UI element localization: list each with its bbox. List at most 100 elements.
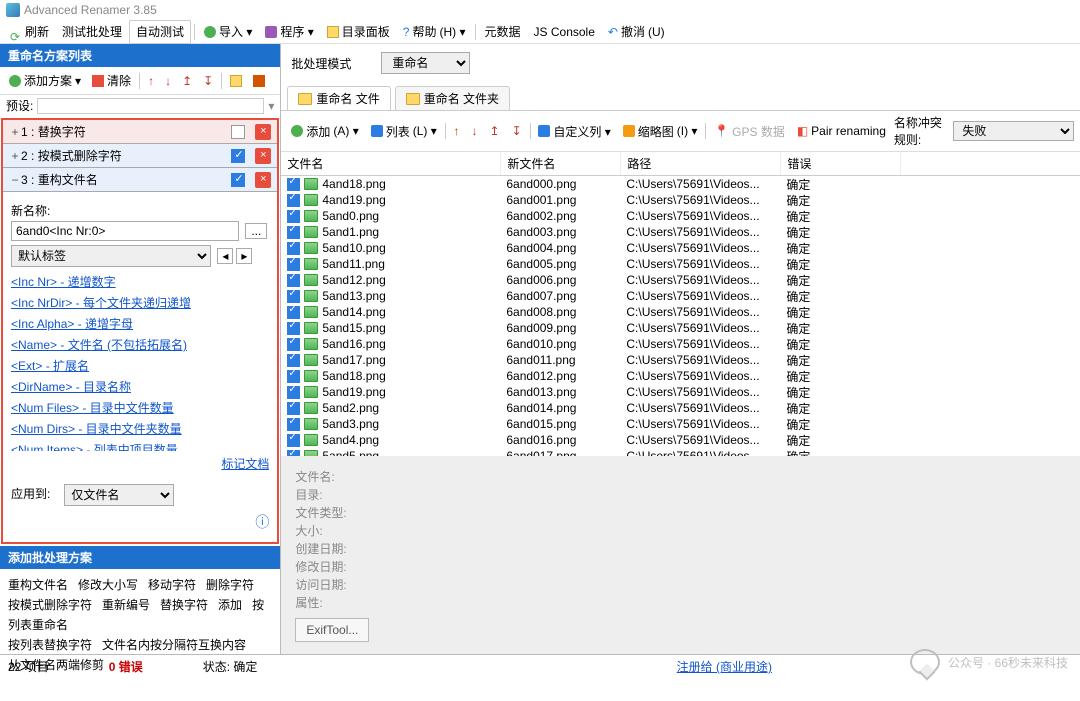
row-checkbox[interactable]	[287, 258, 300, 271]
col-error[interactable]: 错误	[781, 152, 901, 175]
row-checkbox[interactable]	[287, 354, 300, 367]
col-filename[interactable]: 文件名	[281, 152, 501, 175]
menu-refresh[interactable]: ⟳刷新	[4, 21, 55, 43]
save-button[interactable]	[250, 74, 268, 88]
row-checkbox[interactable]	[287, 242, 300, 255]
browse-tags-button[interactable]: ...	[245, 223, 267, 239]
add-batch-item[interactable]: 文件名内按分隔符互换内容	[102, 638, 246, 652]
move-down-button[interactable]: ↓	[162, 73, 174, 89]
menu-jsconsole[interactable]: JS Console	[528, 21, 601, 43]
menu-help[interactable]: ?帮助 (H) ▾	[397, 21, 472, 43]
tag-link[interactable]: <Inc Nr> - 递增数字	[11, 271, 269, 292]
file-row[interactable]: 5and14.png6and008.pngC:\Users\75691\Vide…	[281, 304, 1080, 320]
next-group-button[interactable]: ▸	[236, 248, 252, 264]
add-batch-item[interactable]: 按列表替换字符	[8, 638, 92, 652]
add-batch-item[interactable]: 移动字符	[148, 578, 196, 592]
row-checkbox[interactable]	[287, 178, 300, 191]
menu-dir-panel[interactable]: 目录面板	[321, 21, 396, 43]
add-batch-item[interactable]: 替换字符	[160, 598, 208, 612]
tag-link[interactable]: <Num Files> - 目录中文件数量	[11, 397, 269, 418]
row-checkbox[interactable]	[287, 370, 300, 383]
tag-link[interactable]: <DirName> - 目录名称	[11, 376, 269, 397]
file-row[interactable]: 5and18.png6and012.pngC:\Users\75691\Vide…	[281, 368, 1080, 384]
apply-to-select[interactable]: 仅文件名	[64, 484, 174, 506]
tag-link[interactable]: <Inc NrDir> - 每个文件夹递归递增	[11, 292, 269, 313]
add-batch-item[interactable]: 按模式删除字符	[8, 598, 92, 612]
file-row[interactable]: 5and16.png6and010.pngC:\Users\75691\Vide…	[281, 336, 1080, 352]
file-row[interactable]: 5and5.png6and017.pngC:\Users\75691\Video…	[281, 448, 1080, 456]
file-row[interactable]: 5and15.png6and009.pngC:\Users\75691\Vide…	[281, 320, 1080, 336]
sort-up-button[interactable]: ↑	[450, 123, 464, 139]
add-batch-item[interactable]: 重构文件名	[8, 578, 68, 592]
tag-link[interactable]: <Ext> - 扩展名	[11, 355, 269, 376]
file-row[interactable]: 5and12.png6and006.pngC:\Users\75691\Vide…	[281, 272, 1080, 288]
row-checkbox[interactable]	[287, 386, 300, 399]
help-icon[interactable]: ⓘ	[11, 512, 269, 532]
expand-icon[interactable]: +	[9, 149, 21, 163]
file-list[interactable]: 4and18.png6and000.pngC:\Users\75691\Vide…	[281, 176, 1080, 456]
method-item-2[interactable]: + 2 : 按模式删除字符 ×	[3, 144, 277, 168]
gps-button[interactable]: 📍GPS 数据	[710, 122, 789, 141]
move-top-button[interactable]: ↥	[179, 73, 195, 89]
open-folder-button[interactable]	[227, 74, 245, 88]
sort-down-button[interactable]: ↓	[468, 123, 482, 139]
file-row[interactable]: 4and18.png6and000.pngC:\Users\75691\Vide…	[281, 176, 1080, 192]
file-row[interactable]: 5and1.png6and003.pngC:\Users\75691\Video…	[281, 224, 1080, 240]
move-bottom-button[interactable]: ↧	[200, 73, 216, 89]
menu-program[interactable]: 程序 ▾	[259, 21, 319, 43]
batch-mode-select[interactable]: 重命名	[381, 52, 470, 74]
method-close-button[interactable]: ×	[255, 172, 271, 188]
file-row[interactable]: 5and13.png6and007.pngC:\Users\75691\Vide…	[281, 288, 1080, 304]
add-batch-item[interactable]: 添加	[218, 598, 242, 612]
method-close-button[interactable]: ×	[255, 148, 271, 164]
move-up-button[interactable]: ↑	[145, 73, 157, 89]
file-row[interactable]: 5and19.png6and013.pngC:\Users\75691\Vide…	[281, 384, 1080, 400]
list-button[interactable]: 列表 (L) ▾	[367, 122, 441, 141]
file-row[interactable]: 5and3.png6and015.pngC:\Users\75691\Video…	[281, 416, 1080, 432]
row-checkbox[interactable]	[287, 418, 300, 431]
sort-bottom-button[interactable]: ↧	[508, 123, 526, 139]
tag-doc-link[interactable]: 标记文档	[221, 455, 269, 472]
row-checkbox[interactable]	[287, 306, 300, 319]
file-row[interactable]: 5and11.png6and005.pngC:\Users\75691\Vide…	[281, 256, 1080, 272]
add-files-button[interactable]: 添加 (A) ▾	[287, 122, 362, 141]
file-row[interactable]: 5and17.png6and011.pngC:\Users\75691\Vide…	[281, 352, 1080, 368]
menu-import[interactable]: 导入 ▾	[198, 21, 258, 43]
register-link[interactable]: 注册给 (商业用途)	[677, 658, 772, 675]
col-path[interactable]: 路径	[621, 152, 781, 175]
tag-link[interactable]: <Num Dirs> - 目录中文件夹数量	[11, 418, 269, 439]
row-checkbox[interactable]	[287, 210, 300, 223]
method-item-3[interactable]: − 3 : 重构文件名 ×	[3, 168, 277, 192]
add-method-button[interactable]: 添加方案▾	[6, 71, 84, 90]
prev-group-button[interactable]: ◂	[217, 248, 233, 264]
tag-group-select[interactable]: 默认标签	[11, 245, 211, 267]
thumbnail-button[interactable]: 缩略图 (I) ▾	[619, 122, 702, 141]
menu-undo[interactable]: ↶撤消 (U)	[602, 21, 671, 43]
row-checkbox[interactable]	[287, 322, 300, 335]
method-item-1[interactable]: + 1 : 替换字符 ×	[3, 120, 277, 144]
tag-link[interactable]: <Inc Alpha> - 递增字母	[11, 313, 269, 334]
tab-rename-folders[interactable]: 重命名 文件夹	[395, 86, 510, 110]
method-checkbox[interactable]	[231, 125, 245, 139]
menu-metadata[interactable]: 元数据	[479, 21, 527, 43]
pair-renaming-button[interactable]: ◧Pair renaming	[793, 123, 890, 139]
menu-test-batch[interactable]: 测试批处理	[56, 21, 128, 43]
row-checkbox[interactable]	[287, 226, 300, 239]
file-row[interactable]: 4and19.png6and001.pngC:\Users\75691\Vide…	[281, 192, 1080, 208]
file-row[interactable]: 5and2.png6and014.pngC:\Users\75691\Video…	[281, 400, 1080, 416]
tag-link[interactable]: <Num Items> - 列表中项目数量	[11, 439, 269, 451]
row-checkbox[interactable]	[287, 290, 300, 303]
file-row[interactable]: 5and0.png6and002.pngC:\Users\75691\Video…	[281, 208, 1080, 224]
collapse-icon[interactable]: −	[9, 173, 21, 187]
row-checkbox[interactable]	[287, 450, 300, 457]
file-row[interactable]: 5and4.png6and016.pngC:\Users\75691\Video…	[281, 432, 1080, 448]
col-newname[interactable]: 新文件名	[501, 152, 621, 175]
add-batch-item[interactable]: 删除字符	[206, 578, 254, 592]
method-checkbox[interactable]	[231, 149, 245, 163]
clear-methods-button[interactable]: 清除	[89, 71, 134, 90]
conflict-select[interactable]: 失败	[953, 121, 1074, 141]
row-checkbox[interactable]	[287, 338, 300, 351]
preset-select[interactable]	[37, 98, 264, 114]
row-checkbox[interactable]	[287, 402, 300, 415]
row-checkbox[interactable]	[287, 274, 300, 287]
